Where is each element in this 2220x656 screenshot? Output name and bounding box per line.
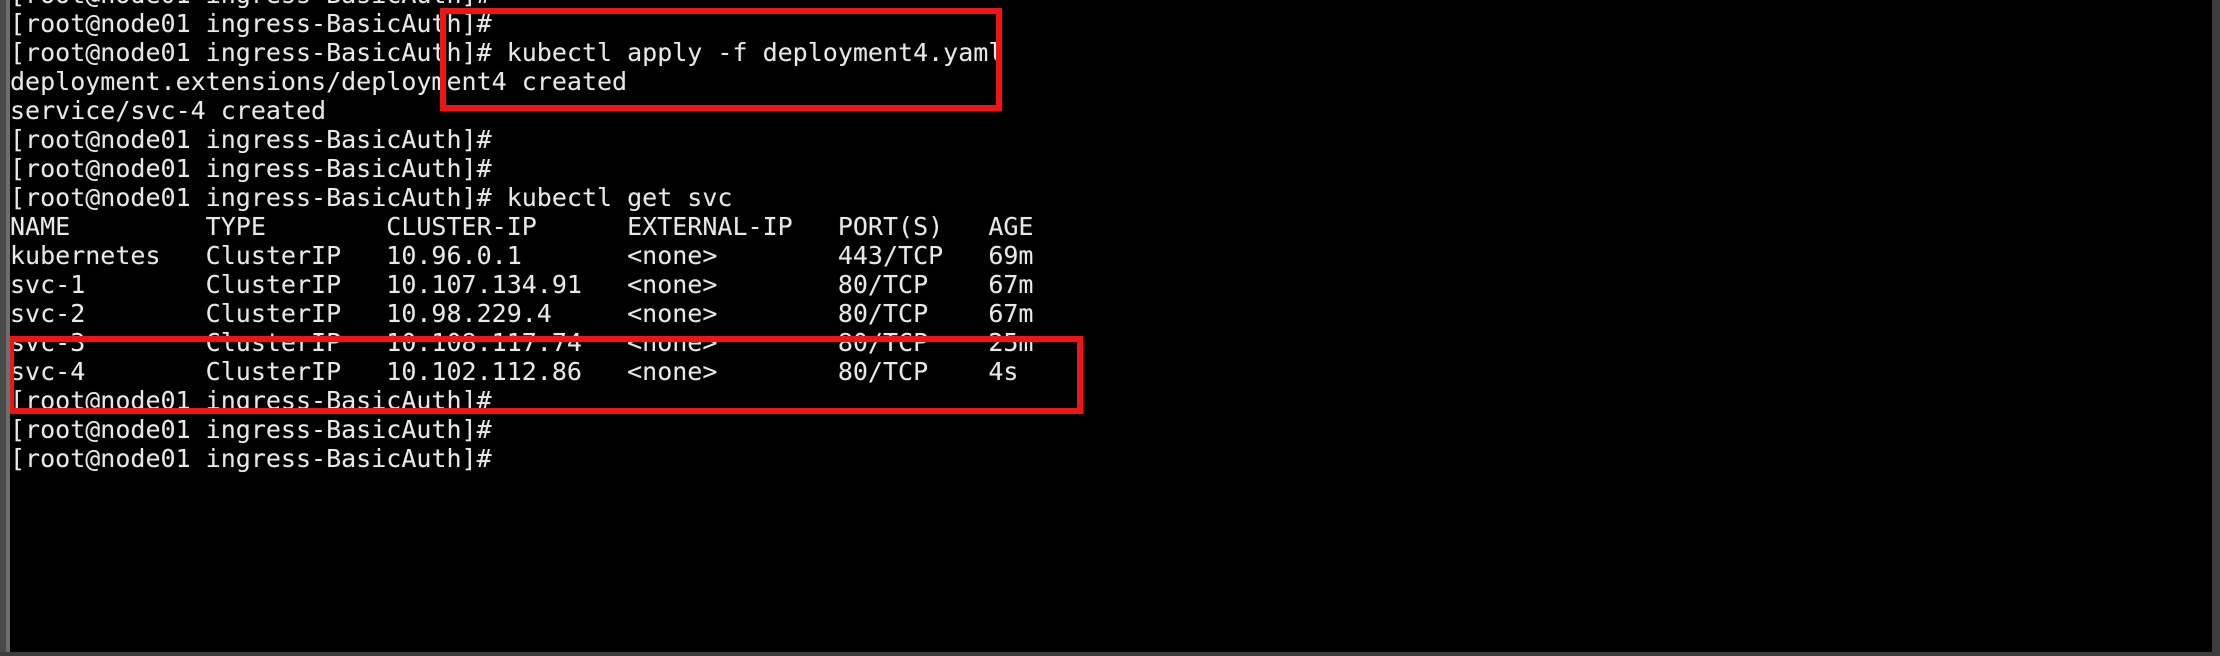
terminal-line-service-created: service/svc-4 created [10,96,327,125]
terminal-line-command-apply: [root@node01 ingress-BasicAuth]# kubectl… [10,38,1004,67]
svc-table-row-kubernetes: kubernetes ClusterIP 10.96.0.1 <none> 44… [10,241,1034,270]
window-left-gutter [6,0,10,656]
terminal-line: [root@node01 ingress-BasicAuth]# [10,154,492,183]
terminal-line: [root@node01 ingress-BasicAuth]# [10,9,492,38]
svc-table-header: NAME TYPE CLUSTER-IP EXTERNAL-IP PORT(S)… [10,212,1034,241]
terminal-output[interactable]: [root@node01 ingress-BasicAuth]# [root@n… [10,0,2210,473]
terminal-line-deployment-created: deployment.extensions/deployment4 create… [10,67,628,96]
terminal-line-command-get-svc: [root@node01 ingress-BasicAuth]# kubectl… [10,183,733,212]
terminal-line: [root@node01 ingress-BasicAuth]# [10,0,2210,9]
window-bottom-chrome [0,652,2220,656]
terminal-line-active-prompt[interactable]: [root@node01 ingress-BasicAuth]# [10,444,2210,473]
svc-table-row-svc-1: svc-1 ClusterIP 10.107.134.91 <none> 80/… [10,270,1034,299]
terminal-window: [root@node01 ingress-BasicAuth]# [root@n… [0,0,2220,656]
window-right-chrome [2212,0,2220,656]
svc-table-row-svc-2: svc-2 ClusterIP 10.98.229.4 <none> 80/TC… [10,299,1034,328]
svc-table-row-svc-3: svc-3 ClusterIP 10.108.117.74 <none> 80/… [10,328,1034,357]
terminal-line: [root@node01 ingress-BasicAuth]# [10,125,492,154]
svc-table-row-svc-4: svc-4 ClusterIP 10.102.112.86 <none> 80/… [10,357,1019,386]
terminal-line: [root@node01 ingress-BasicAuth]# [10,415,492,444]
terminal-line: [root@node01 ingress-BasicAuth]# [10,386,492,415]
